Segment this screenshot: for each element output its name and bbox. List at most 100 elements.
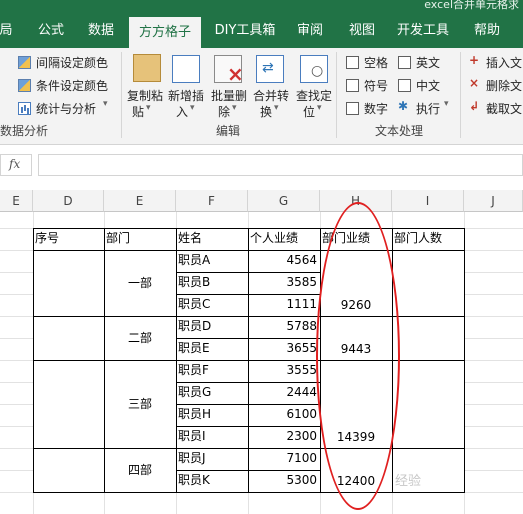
score-cell[interactable]: 3655 <box>248 338 320 360</box>
seq-cell-group-2[interactable] <box>33 316 104 360</box>
seq-cell-group-3[interactable] <box>33 360 104 448</box>
dept-cell-1[interactable]: 一部 <box>104 250 176 316</box>
name-cell[interactable]: 职员K <box>176 470 248 492</box>
extract-text-button[interactable]: 截取文 <box>486 100 522 117</box>
copy-paste-button[interactable]: 复制粘 <box>127 87 163 104</box>
dept-count-cell-2[interactable] <box>392 316 464 360</box>
score-cell[interactable]: 3555 <box>248 360 320 382</box>
score-cell[interactable]: 6100 <box>248 404 320 426</box>
column-header-e-partial[interactable]: E <box>0 190 33 212</box>
column-header-h[interactable]: H <box>320 190 392 212</box>
statistics-button[interactable]: 统计与分析 <box>36 100 96 117</box>
formula-input[interactable] <box>38 154 523 176</box>
merge-convert-button[interactable]: 合并转 <box>253 87 289 104</box>
name-cell[interactable]: 职员J <box>176 448 248 470</box>
name-cell[interactable]: 职员I <box>176 426 248 448</box>
dept-total-cell-2[interactable]: 9443 <box>320 316 392 360</box>
column-header-f[interactable]: F <box>176 190 248 212</box>
score-cell[interactable]: 4564 <box>248 250 320 272</box>
column-header-j[interactable]: J <box>464 190 523 212</box>
checkbox-english[interactable] <box>398 56 411 69</box>
score-cell[interactable]: 7100 <box>248 448 320 470</box>
find-locate-button[interactable]: 查找定 <box>296 87 332 104</box>
name-cell[interactable]: 职员G <box>176 382 248 404</box>
column-header-g[interactable]: G <box>248 190 320 212</box>
fx-button[interactable]: fx <box>0 154 32 176</box>
score-cell[interactable]: 3585 <box>248 272 320 294</box>
tab-help[interactable]: 帮助 <box>462 14 512 48</box>
score-cell[interactable]: 1111 <box>248 294 320 316</box>
tab-layout[interactable]: 局 <box>0 14 18 48</box>
label-number: 数字 <box>364 102 389 116</box>
dept-total-value: 9443 <box>340 342 372 356</box>
tab-view[interactable]: 视图 <box>338 14 386 48</box>
dept-cell-2[interactable]: 二部 <box>104 316 176 360</box>
tab-data[interactable]: 数据 <box>76 14 126 48</box>
name-cell[interactable]: 职员F <box>176 360 248 382</box>
checkbox-space[interactable] <box>346 56 359 69</box>
condition-color-button[interactable]: 条件设定颜色 <box>36 77 108 94</box>
seq-cell-group-4[interactable] <box>33 448 104 492</box>
header-cell-seq[interactable]: 序号 <box>33 228 104 250</box>
name-cell[interactable]: 职员H <box>176 404 248 426</box>
column-header-i[interactable]: I <box>392 190 464 212</box>
seq-cell-group-1[interactable] <box>33 250 104 316</box>
function-icon: fx <box>9 157 21 171</box>
insert-button[interactable]: 新增插 <box>168 87 204 104</box>
tab-diy-toolbox[interactable]: DIY工具箱 <box>205 14 285 48</box>
tab-formulas[interactable]: 公式 <box>26 14 76 48</box>
insert-text-button[interactable]: 插入文 <box>486 54 522 71</box>
tab-fangfang[interactable]: 方方格子 <box>129 17 201 48</box>
execute-button[interactable]: 执行 <box>416 100 440 117</box>
checkbox-chinese[interactable] <box>398 79 411 92</box>
window-title: excel合并单元格求 <box>424 0 519 11</box>
dept-label: 二部 <box>127 330 152 345</box>
table-border <box>33 360 465 361</box>
dept-total-cell-3[interactable]: 14399 <box>320 360 392 448</box>
interval-color-button[interactable]: 间隔设定颜色 <box>36 54 108 71</box>
table-border <box>33 448 465 449</box>
score-cell[interactable]: 2300 <box>248 426 320 448</box>
score-cell[interactable]: 5300 <box>248 470 320 492</box>
dept-total-value: 12400 <box>336 474 376 488</box>
chevron-down-icon: ▾ <box>146 103 151 113</box>
header-cell-personal-score[interactable]: 个人业绩 <box>248 228 320 250</box>
score-cell[interactable]: 5788 <box>248 316 320 338</box>
copy-paste-label: 贴 <box>132 105 145 119</box>
clipboard-icon <box>133 54 161 82</box>
dept-count-cell-3[interactable] <box>392 360 464 448</box>
ribbon-tabs: 局 公式 数据 方方格子 DIY工具箱 审阅 视图 开发工具 帮助 <box>0 14 523 48</box>
delete-x-icon: × <box>227 62 244 86</box>
name-cell[interactable]: 职员E <box>176 338 248 360</box>
name-cell[interactable]: 职员A <box>176 250 248 272</box>
condition-color-icon <box>18 79 31 92</box>
header-cell-dept-count[interactable]: 部门人数 <box>392 228 464 250</box>
table-border <box>176 382 321 383</box>
header-cell-dept-score[interactable]: 部门业绩 <box>320 228 392 250</box>
delete-text-button[interactable]: 删除文 <box>486 77 522 94</box>
batch-delete-label: 除 <box>218 105 231 119</box>
header-cell-dept[interactable]: 部门 <box>104 228 176 250</box>
score-cell[interactable]: 2444 <box>248 382 320 404</box>
insert-label: 入 <box>176 105 189 119</box>
dept-cell-3[interactable]: 三部 <box>104 360 176 448</box>
column-header-d[interactable]: D <box>33 190 104 212</box>
checkbox-number[interactable] <box>346 102 359 115</box>
name-cell[interactable]: 职员D <box>176 316 248 338</box>
dept-cell-4[interactable]: 四部 <box>104 448 176 492</box>
name-cell[interactable]: 职员C <box>176 294 248 316</box>
label-symbol: 符号 <box>364 79 389 93</box>
dept-count-cell-1[interactable] <box>392 250 464 316</box>
chevron-down-icon: ▾ <box>317 103 322 113</box>
name-cell[interactable]: 职员B <box>176 272 248 294</box>
table-border <box>33 316 465 317</box>
tab-developer[interactable]: 开发工具 <box>388 14 458 48</box>
dept-total-cell-4[interactable]: 12400 <box>320 448 392 492</box>
tab-review[interactable]: 审阅 <box>286 14 334 48</box>
dept-total-cell-1[interactable]: 9260 <box>320 250 392 316</box>
column-header-e[interactable]: E <box>104 190 176 212</box>
batch-delete-button[interactable]: 批量删 <box>211 87 247 104</box>
checkbox-symbol[interactable] <box>346 79 359 92</box>
dept-label: 三部 <box>127 396 152 411</box>
header-cell-name[interactable]: 姓名 <box>176 228 248 250</box>
